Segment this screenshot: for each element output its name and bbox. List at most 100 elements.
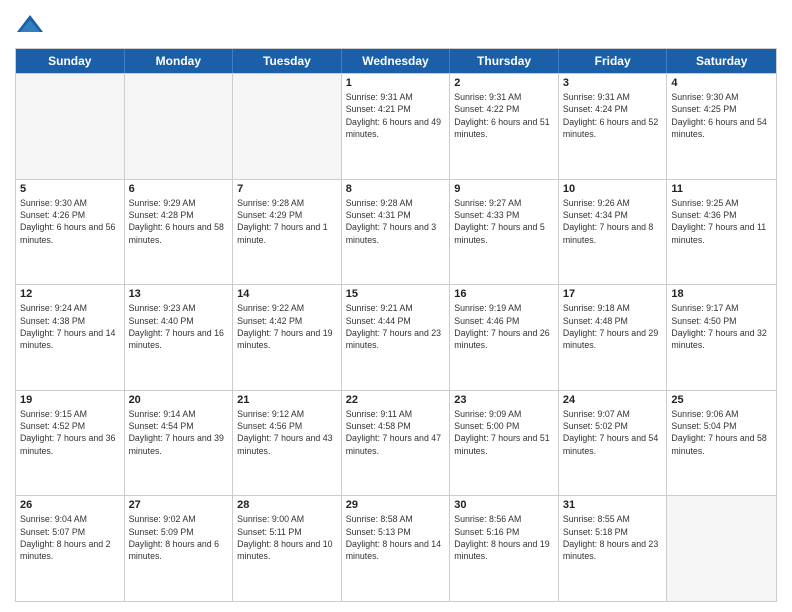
cell-day-number: 29 — [346, 499, 446, 511]
header-day-saturday: Saturday — [667, 49, 776, 73]
cell-info: Sunrise: 8:55 AM Sunset: 5:18 PM Dayligh… — [563, 513, 663, 562]
header-day-thursday: Thursday — [450, 49, 559, 73]
cell-day-number: 24 — [563, 394, 663, 406]
cell-info: Sunrise: 9:17 AM Sunset: 4:50 PM Dayligh… — [671, 302, 772, 351]
week-row-1: 1 Sunrise: 9:31 AM Sunset: 4:21 PM Daylig… — [16, 73, 776, 179]
cal-cell: 29 Sunrise: 8:58 AM Sunset: 5:13 PM Dayli… — [342, 496, 451, 601]
cell-info: Sunrise: 9:04 AM Sunset: 5:07 PM Dayligh… — [20, 513, 120, 562]
cell-day-number: 15 — [346, 288, 446, 300]
cell-day-number: 10 — [563, 183, 663, 195]
cell-day-number: 25 — [671, 394, 772, 406]
cell-day-number: 11 — [671, 183, 772, 195]
week-row-5: 26 Sunrise: 9:04 AM Sunset: 5:07 PM Dayli… — [16, 495, 776, 601]
cell-info: Sunrise: 9:30 AM Sunset: 4:26 PM Dayligh… — [20, 197, 120, 246]
cal-cell: 4 Sunrise: 9:30 AM Sunset: 4:25 PM Daylig… — [667, 74, 776, 179]
cell-info: Sunrise: 9:11 AM Sunset: 4:58 PM Dayligh… — [346, 408, 446, 457]
cell-info: Sunrise: 9:14 AM Sunset: 4:54 PM Dayligh… — [129, 408, 229, 457]
cell-day-number: 16 — [454, 288, 554, 300]
cell-info: Sunrise: 9:22 AM Sunset: 4:42 PM Dayligh… — [237, 302, 337, 351]
cal-cell: 11 Sunrise: 9:25 AM Sunset: 4:36 PM Dayli… — [667, 180, 776, 285]
cell-day-number: 6 — [129, 183, 229, 195]
cell-info: Sunrise: 9:23 AM Sunset: 4:40 PM Dayligh… — [129, 302, 229, 351]
cal-cell: 12 Sunrise: 9:24 AM Sunset: 4:38 PM Dayli… — [16, 285, 125, 390]
cell-info: Sunrise: 9:06 AM Sunset: 5:04 PM Dayligh… — [671, 408, 772, 457]
cal-cell: 22 Sunrise: 9:11 AM Sunset: 4:58 PM Dayli… — [342, 391, 451, 496]
cal-cell: 28 Sunrise: 9:00 AM Sunset: 5:11 PM Dayli… — [233, 496, 342, 601]
cal-cell: 18 Sunrise: 9:17 AM Sunset: 4:50 PM Dayli… — [667, 285, 776, 390]
cell-day-number: 9 — [454, 183, 554, 195]
cal-cell: 1 Sunrise: 9:31 AM Sunset: 4:21 PM Daylig… — [342, 74, 451, 179]
cell-info: Sunrise: 9:31 AM Sunset: 4:24 PM Dayligh… — [563, 91, 663, 140]
cell-info: Sunrise: 8:56 AM Sunset: 5:16 PM Dayligh… — [454, 513, 554, 562]
cell-day-number: 3 — [563, 77, 663, 89]
cell-day-number: 8 — [346, 183, 446, 195]
cell-day-number: 20 — [129, 394, 229, 406]
cell-info: Sunrise: 9:02 AM Sunset: 5:09 PM Dayligh… — [129, 513, 229, 562]
cell-day-number: 7 — [237, 183, 337, 195]
logo — [15, 10, 49, 40]
cell-info: Sunrise: 9:30 AM Sunset: 4:25 PM Dayligh… — [671, 91, 772, 140]
cell-day-number: 5 — [20, 183, 120, 195]
cell-day-number: 22 — [346, 394, 446, 406]
header-day-wednesday: Wednesday — [342, 49, 451, 73]
header — [15, 10, 777, 40]
header-day-friday: Friday — [559, 49, 668, 73]
cell-info: Sunrise: 9:28 AM Sunset: 4:31 PM Dayligh… — [346, 197, 446, 246]
logo-icon — [15, 10, 45, 40]
cal-cell: 20 Sunrise: 9:14 AM Sunset: 4:54 PM Dayli… — [125, 391, 234, 496]
cal-cell: 26 Sunrise: 9:04 AM Sunset: 5:07 PM Dayli… — [16, 496, 125, 601]
cell-info: Sunrise: 9:25 AM Sunset: 4:36 PM Dayligh… — [671, 197, 772, 246]
cell-info: Sunrise: 9:09 AM Sunset: 5:00 PM Dayligh… — [454, 408, 554, 457]
cal-cell: 21 Sunrise: 9:12 AM Sunset: 4:56 PM Dayli… — [233, 391, 342, 496]
cell-day-number: 30 — [454, 499, 554, 511]
cell-day-number: 27 — [129, 499, 229, 511]
cell-info: Sunrise: 9:21 AM Sunset: 4:44 PM Dayligh… — [346, 302, 446, 351]
cal-cell: 14 Sunrise: 9:22 AM Sunset: 4:42 PM Dayli… — [233, 285, 342, 390]
cell-info: Sunrise: 9:31 AM Sunset: 4:22 PM Dayligh… — [454, 91, 554, 140]
cell-day-number: 21 — [237, 394, 337, 406]
cal-cell: 15 Sunrise: 9:21 AM Sunset: 4:44 PM Dayli… — [342, 285, 451, 390]
cal-cell: 3 Sunrise: 9:31 AM Sunset: 4:24 PM Daylig… — [559, 74, 668, 179]
week-row-4: 19 Sunrise: 9:15 AM Sunset: 4:52 PM Dayli… — [16, 390, 776, 496]
cell-day-number: 14 — [237, 288, 337, 300]
cal-cell: 30 Sunrise: 8:56 AM Sunset: 5:16 PM Dayli… — [450, 496, 559, 601]
cell-info: Sunrise: 9:24 AM Sunset: 4:38 PM Dayligh… — [20, 302, 120, 351]
cal-cell — [233, 74, 342, 179]
cal-cell: 10Sunrise: 9:26 AM Sunset: 4:34 PM Dayli… — [559, 180, 668, 285]
cell-day-number: 1 — [346, 77, 446, 89]
cal-cell: 6Sunrise: 9:29 AM Sunset: 4:28 PM Daylig… — [125, 180, 234, 285]
header-day-sunday: Sunday — [16, 49, 125, 73]
cell-info: Sunrise: 9:07 AM Sunset: 5:02 PM Dayligh… — [563, 408, 663, 457]
cell-day-number: 19 — [20, 394, 120, 406]
cell-info: Sunrise: 9:18 AM Sunset: 4:48 PM Dayligh… — [563, 302, 663, 351]
cal-cell: 24 Sunrise: 9:07 AM Sunset: 5:02 PM Dayli… — [559, 391, 668, 496]
calendar: SundayMondayTuesdayWednesdayThursdayFrid… — [15, 48, 777, 602]
cal-cell: 5 Sunrise: 9:30 AM Sunset: 4:26 PM Daylig… — [16, 180, 125, 285]
cal-cell: 31Sunrise: 8:55 AM Sunset: 5:18 PM Dayli… — [559, 496, 668, 601]
cell-info: Sunrise: 9:27 AM Sunset: 4:33 PM Dayligh… — [454, 197, 554, 246]
calendar-header: SundayMondayTuesdayWednesdayThursdayFrid… — [16, 49, 776, 73]
week-row-2: 5 Sunrise: 9:30 AM Sunset: 4:26 PM Daylig… — [16, 179, 776, 285]
cell-info: Sunrise: 9:15 AM Sunset: 4:52 PM Dayligh… — [20, 408, 120, 457]
cal-cell: 27 Sunrise: 9:02 AM Sunset: 5:09 PM Dayli… — [125, 496, 234, 601]
cell-day-number: 4 — [671, 77, 772, 89]
cell-day-number: 13 — [129, 288, 229, 300]
cell-info: Sunrise: 9:19 AM Sunset: 4:46 PM Dayligh… — [454, 302, 554, 351]
header-day-tuesday: Tuesday — [233, 49, 342, 73]
cal-cell — [16, 74, 125, 179]
header-day-monday: Monday — [125, 49, 234, 73]
cell-info: Sunrise: 9:31 AM Sunset: 4:21 PM Dayligh… — [346, 91, 446, 140]
cal-cell: 7Sunrise: 9:28 AM Sunset: 4:29 PM Daylig… — [233, 180, 342, 285]
cell-info: Sunrise: 9:12 AM Sunset: 4:56 PM Dayligh… — [237, 408, 337, 457]
cell-info: Sunrise: 8:58 AM Sunset: 5:13 PM Dayligh… — [346, 513, 446, 562]
cell-day-number: 26 — [20, 499, 120, 511]
cal-cell: 8 Sunrise: 9:28 AM Sunset: 4:31 PM Daylig… — [342, 180, 451, 285]
cal-cell: 9 Sunrise: 9:27 AM Sunset: 4:33 PM Daylig… — [450, 180, 559, 285]
page: SundayMondayTuesdayWednesdayThursdayFrid… — [0, 0, 792, 612]
cell-day-number: 18 — [671, 288, 772, 300]
cal-cell: 16 Sunrise: 9:19 AM Sunset: 4:46 PM Dayli… — [450, 285, 559, 390]
cal-cell: 23Sunrise: 9:09 AM Sunset: 5:00 PM Dayli… — [450, 391, 559, 496]
cell-day-number: 28 — [237, 499, 337, 511]
cell-info: Sunrise: 9:00 AM Sunset: 5:11 PM Dayligh… — [237, 513, 337, 562]
cell-day-number: 12 — [20, 288, 120, 300]
